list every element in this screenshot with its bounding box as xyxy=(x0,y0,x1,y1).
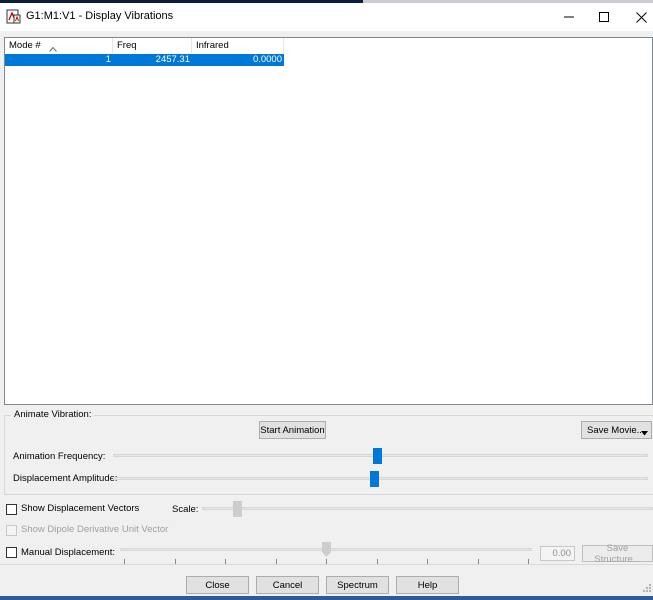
resize-grip-icon[interactable] xyxy=(643,584,651,592)
displacement-amplitude-slider[interactable] xyxy=(370,471,379,487)
minimize-icon[interactable] xyxy=(550,3,588,31)
start-animation-button[interactable]: Start Animation xyxy=(259,421,326,439)
animation-frequency-slider[interactable] xyxy=(373,448,382,464)
dropdown-arrow-icon xyxy=(641,428,648,439)
manual-displacement-slider[interactable] xyxy=(322,542,331,557)
displacement-amplitude-label: Displacement Amplitude: xyxy=(13,473,118,484)
show-displacement-vectors-checkbox[interactable] xyxy=(6,504,17,515)
manual-displacement-checkbox[interactable] xyxy=(6,547,17,558)
footer-divider xyxy=(0,564,653,565)
scale-slider[interactable] xyxy=(233,501,242,517)
vibration-mode-list[interactable]: Mode # Freq Infrared 1 2457.31 0.0000 xyxy=(4,37,653,405)
maximize-icon[interactable] xyxy=(585,3,623,31)
manual-displacement-input[interactable]: 0.00 xyxy=(540,546,575,561)
show-displacement-vectors-label: Show Displacement Vectors xyxy=(21,503,140,514)
show-dipole-label: Show Dipole Derivative Unit Vector xyxy=(21,524,169,535)
scale-label: Scale: xyxy=(172,504,199,515)
close-icon[interactable] xyxy=(622,3,653,31)
cell-mode: 1 xyxy=(105,54,111,65)
column-header-infrared[interactable]: Infrared xyxy=(192,38,284,53)
table-row[interactable]: 1 2457.31 0.0000 xyxy=(5,54,284,66)
close-button[interactable]: Close xyxy=(186,576,249,594)
cell-infrared: 0.0000 xyxy=(252,54,282,65)
window-title: G1:M1:V1 - Display Vibrations xyxy=(26,10,174,22)
taskbar-edge xyxy=(0,596,653,600)
cell-freq: 2457.31 xyxy=(155,54,190,65)
column-header-mode[interactable]: Mode # xyxy=(5,38,113,53)
displacement-amplitude-track[interactable] xyxy=(113,477,648,480)
dialog-body: Mode # Freq Infrared 1 2457.31 0.0000 An… xyxy=(0,31,653,600)
list-header: Mode # Freq Infrared xyxy=(5,38,284,53)
scale-track[interactable] xyxy=(202,507,653,510)
gaussview-app-icon xyxy=(6,9,21,24)
cancel-button[interactable]: Cancel xyxy=(256,576,319,594)
animate-vibration-label: Animate Vibration: xyxy=(11,409,95,420)
title-bar[interactable]: G1:M1:V1 - Display Vibrations xyxy=(0,3,653,31)
save-movie-button[interactable]: Save Movie... xyxy=(581,421,652,439)
help-button[interactable]: Help xyxy=(396,576,459,594)
spectrum-button[interactable]: Spectrum xyxy=(326,576,389,594)
save-structure-button[interactable]: Save Structure... xyxy=(582,543,653,565)
animation-frequency-label: Animation Frequency: xyxy=(13,451,106,462)
show-dipole-checkbox[interactable] xyxy=(6,525,17,536)
column-header-freq[interactable]: Freq xyxy=(113,38,192,53)
manual-displacement-label: Manual Displacement: xyxy=(21,547,115,558)
